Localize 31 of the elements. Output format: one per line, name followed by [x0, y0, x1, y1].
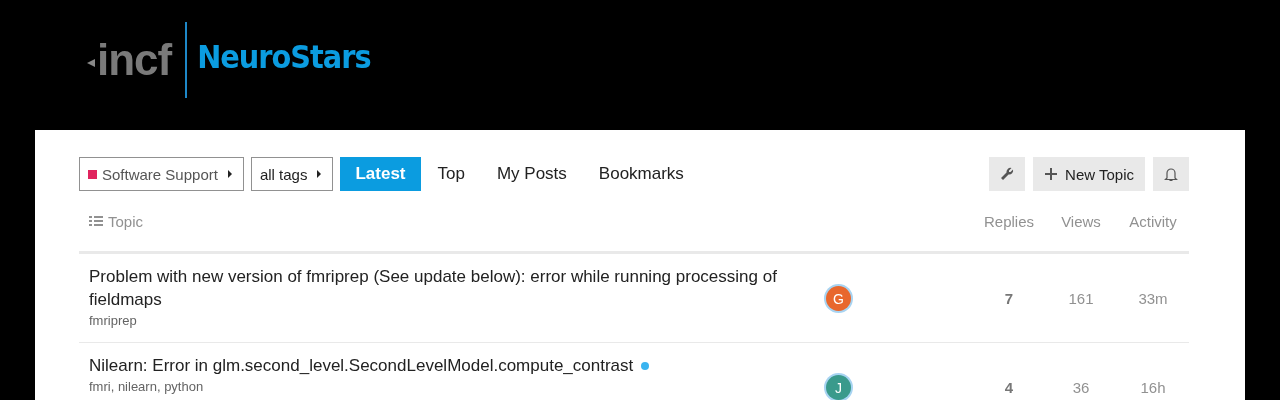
view-count: 36: [1071, 378, 1091, 398]
wrench-button[interactable]: [989, 157, 1026, 191]
column-header[interactable]: Views: [1045, 212, 1117, 230]
caret-icon: [316, 169, 323, 179]
topic-tags[interactable]: fmriprep: [89, 313, 137, 328]
bell-icon: [1164, 166, 1178, 182]
nav-tab[interactable]: Bookmarks: [583, 157, 699, 191]
nav-tab[interactable]: My Posts: [481, 157, 582, 191]
plus-icon: [1044, 167, 1059, 181]
nav-tab[interactable]: Top: [422, 157, 480, 191]
filter-dropdown[interactable]: Software Support: [79, 157, 244, 191]
activity-time[interactable]: 16h: [1117, 375, 1189, 400]
new-topic-button[interactable]: New Topic: [1033, 157, 1145, 191]
list-icon: [89, 215, 103, 227]
user-avatar[interactable]: G: [826, 286, 851, 311]
reply-count: 7: [1003, 289, 1015, 309]
topic-link[interactable]: Problem with new version of fmriprep (See update below): error while running processing of fieldmaps: [89, 265, 803, 311]
logo-text: incf: [97, 35, 172, 85]
arrow-icon: [86, 58, 96, 68]
column-header[interactable]: Replies: [973, 212, 1045, 230]
filter-dropdown[interactable]: all tags: [250, 157, 334, 191]
wrench-icon: [999, 166, 1016, 182]
topic-tags[interactable]: fmri, nilearn, python: [89, 379, 204, 394]
topic-link[interactable]: Nilearn: Error in glm.second_level.SecondLevelModel.compute_contrast: [89, 354, 634, 377]
notification-button[interactable]: [1153, 157, 1189, 191]
user-avatar[interactable]: J: [826, 375, 851, 400]
reply-count: 4: [1003, 378, 1015, 398]
site-title[interactable]: NeuroStars: [197, 38, 371, 76]
caret-icon: [226, 169, 233, 179]
view-count: 161: [1067, 289, 1095, 309]
activity-time[interactable]: 33m: [1117, 286, 1189, 311]
